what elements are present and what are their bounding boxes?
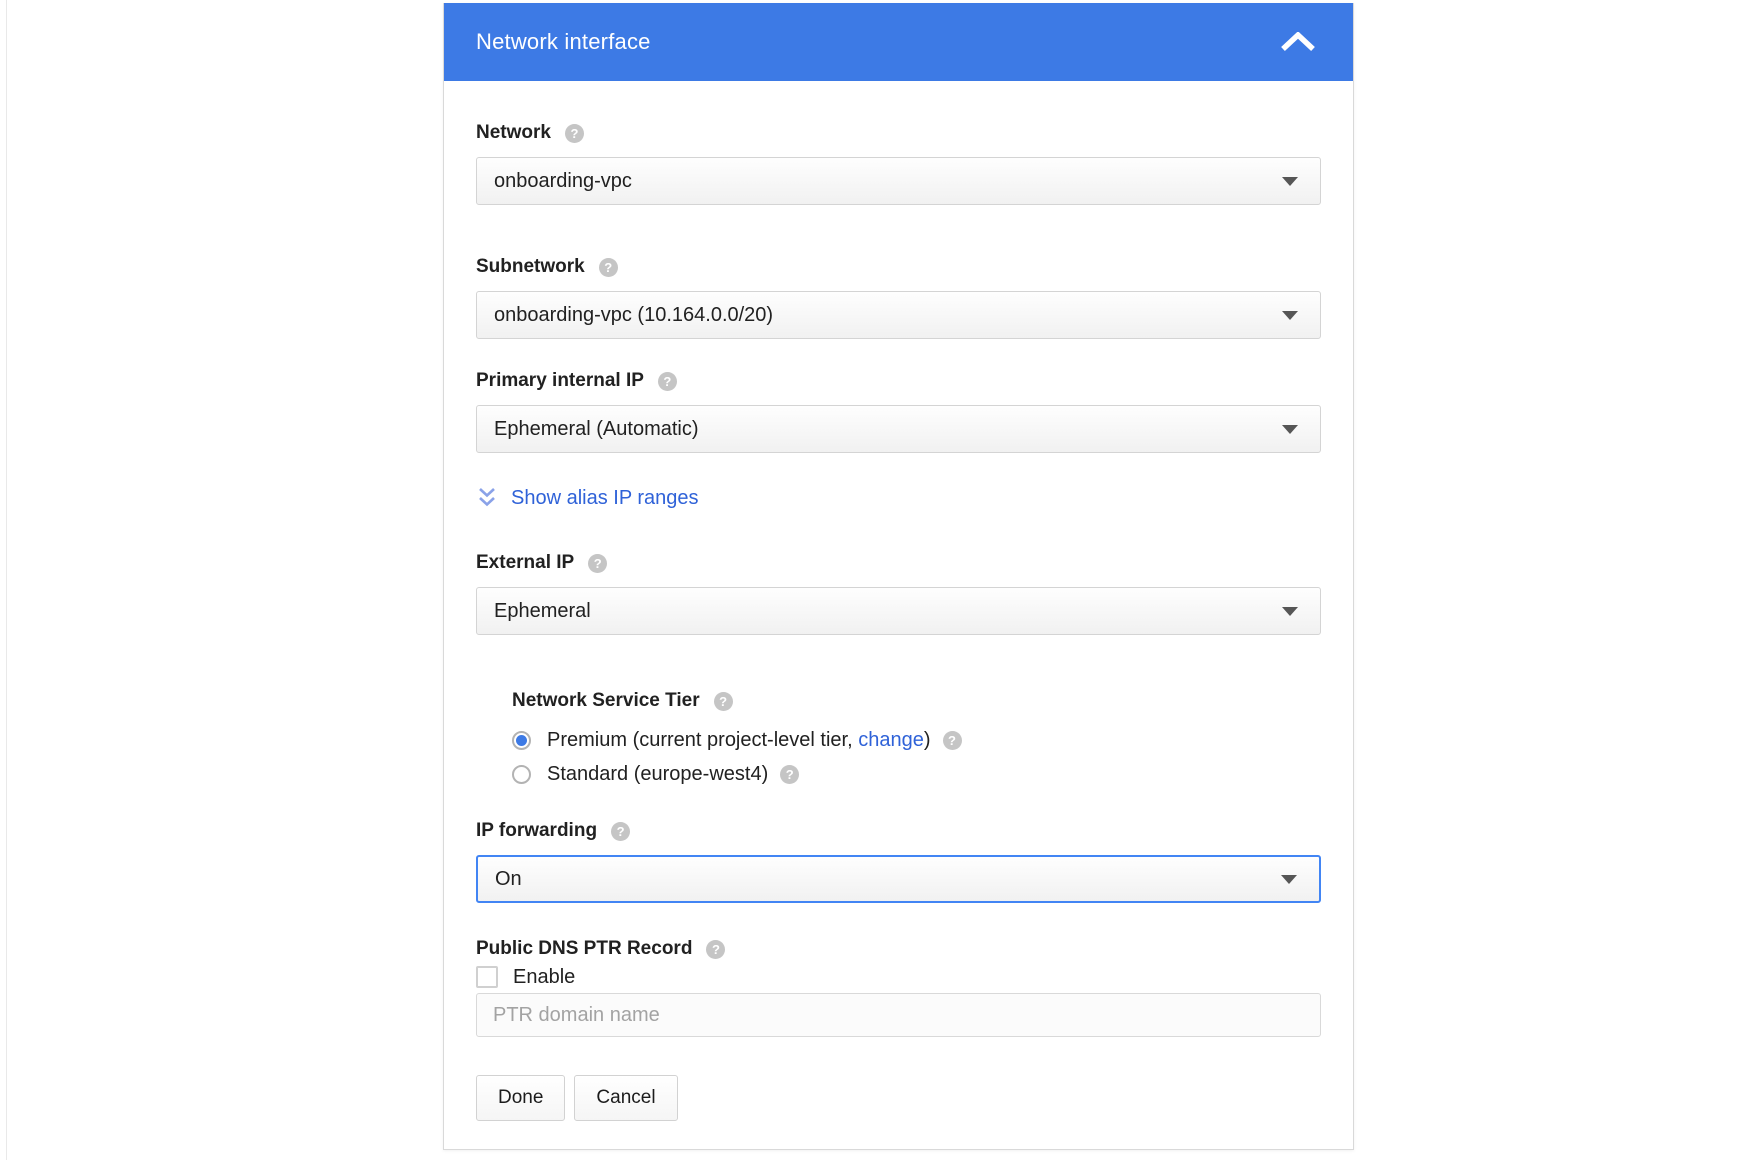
primary-internal-ip-help-icon[interactable]: ? <box>658 372 677 391</box>
network-help-icon[interactable]: ? <box>565 124 584 143</box>
standard-tier-help-icon[interactable]: ? <box>780 765 799 784</box>
primary-internal-ip-label: Primary internal IP <box>476 370 644 392</box>
premium-tier-label: Premium (current project-level tier, cha… <box>547 725 931 755</box>
panel-header: Network interface <box>444 3 1353 81</box>
primary-internal-ip-dropdown-value: Ephemeral (Automatic) <box>494 418 699 441</box>
network-dropdown-value: onboarding-vpc <box>494 170 632 193</box>
radio-selected-icon[interactable] <box>512 731 531 750</box>
premium-tier-help-icon[interactable]: ? <box>943 731 962 750</box>
ptr-enable-row: Enable <box>476 963 1321 991</box>
field-network: Network ? onboarding-vpc <box>476 121 1321 205</box>
standard-tier-radio-option[interactable]: Standard (europe-west4) ? <box>512 759 1321 789</box>
dropdown-arrow-icon <box>1281 875 1297 884</box>
subnetwork-label: Subnetwork <box>476 256 585 278</box>
radio-unselected-icon[interactable] <box>512 765 531 784</box>
field-public-dns-ptr: Public DNS PTR Record ? Enable <box>476 937 1321 1037</box>
ptr-domain-input[interactable] <box>476 993 1321 1037</box>
subnetwork-dropdown[interactable]: onboarding-vpc (10.164.0.0/20) <box>476 291 1321 339</box>
ptr-enable-checkbox[interactable] <box>476 966 498 988</box>
network-interface-panel: Network interface Network ? onboarding-v… <box>443 3 1354 1150</box>
ptr-enable-label: Enable <box>513 966 575 989</box>
network-label: Network <box>476 122 551 144</box>
change-link[interactable]: change <box>858 729 924 751</box>
network-service-tier-group: Network Service Tier ? Premium (current … <box>512 689 1321 789</box>
collapse-chevron-up-icon[interactable] <box>1279 29 1317 55</box>
public-dns-ptr-help-icon[interactable]: ? <box>706 940 725 959</box>
dropdown-arrow-icon <box>1282 425 1298 434</box>
dropdown-arrow-icon <box>1282 177 1298 186</box>
ip-forwarding-help-icon[interactable]: ? <box>611 822 630 841</box>
network-service-tier-help-icon[interactable]: ? <box>714 692 733 711</box>
premium-tier-radio-option[interactable]: Premium (current project-level tier, cha… <box>512 725 1321 755</box>
subnetwork-help-icon[interactable]: ? <box>599 258 618 277</box>
show-alias-ip-ranges-label: Show alias IP ranges <box>511 487 699 510</box>
ip-forwarding-label: IP forwarding <box>476 820 597 842</box>
ip-forwarding-dropdown-value: On <box>495 868 522 891</box>
standard-tier-label: Standard (europe-west4) <box>547 759 768 789</box>
dropdown-arrow-icon <box>1282 607 1298 616</box>
external-ip-help-icon[interactable]: ? <box>588 554 607 573</box>
network-dropdown[interactable]: onboarding-vpc <box>476 157 1321 205</box>
network-service-tier-label: Network Service Tier <box>512 690 700 712</box>
panel-title: Network interface <box>476 29 651 55</box>
field-external-ip: External IP ? Ephemeral <box>476 551 1321 635</box>
external-ip-label: External IP <box>476 552 574 574</box>
field-primary-internal-ip: Primary internal IP ? Ephemeral (Automat… <box>476 369 1321 453</box>
panel-body: Network ? onboarding-vpc Subnetwork ? on… <box>444 81 1353 1121</box>
show-alias-ip-ranges-link[interactable]: Show alias IP ranges <box>476 485 1321 511</box>
dropdown-arrow-icon <box>1282 311 1298 320</box>
page: Network interface Network ? onboarding-v… <box>0 0 1746 1160</box>
primary-internal-ip-dropdown[interactable]: Ephemeral (Automatic) <box>476 405 1321 453</box>
form-actions: Done Cancel <box>476 1075 1321 1121</box>
ip-forwarding-dropdown[interactable]: On <box>476 855 1321 903</box>
field-subnetwork: Subnetwork ? onboarding-vpc (10.164.0.0/… <box>476 255 1321 339</box>
external-ip-dropdown[interactable]: Ephemeral <box>476 587 1321 635</box>
field-ip-forwarding: IP forwarding ? On <box>476 819 1321 903</box>
subnetwork-dropdown-value: onboarding-vpc (10.164.0.0/20) <box>494 304 773 327</box>
done-button[interactable]: Done <box>476 1075 565 1121</box>
external-ip-dropdown-value: Ephemeral <box>494 600 591 623</box>
app-left-border <box>6 0 7 1160</box>
cancel-button[interactable]: Cancel <box>574 1075 677 1121</box>
double-chevron-down-icon <box>476 485 498 511</box>
public-dns-ptr-label: Public DNS PTR Record <box>476 938 692 960</box>
